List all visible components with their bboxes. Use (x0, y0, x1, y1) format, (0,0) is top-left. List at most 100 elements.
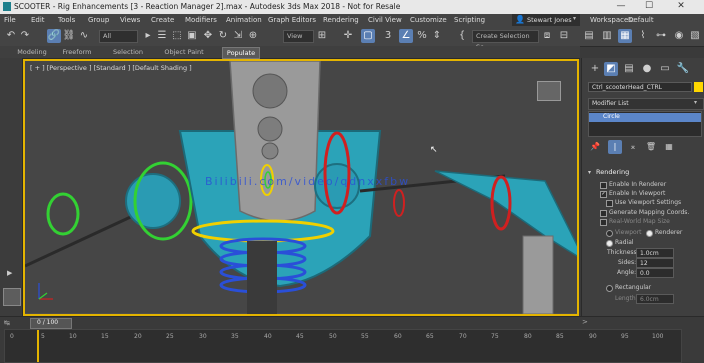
tab-modeling[interactable]: Modeling (12, 47, 52, 57)
sides-field[interactable]: 12 (636, 258, 674, 268)
perspective-viewport[interactable]: [ + ] [Perspective ] [Standard ] [Defaul… (23, 59, 579, 316)
move-icon[interactable]: ✥ (201, 29, 215, 43)
menu-graph-editors[interactable]: Graph Editors (268, 16, 316, 24)
make-unique-icon[interactable]: ⌅ (626, 140, 640, 154)
remove-modifier-icon[interactable]: 🗑 (644, 140, 658, 154)
select-by-name-icon[interactable]: ☰ (155, 29, 169, 43)
undo-icon[interactable]: ↶ (4, 29, 18, 43)
timeline-next-icon[interactable]: > (582, 318, 588, 326)
snaps-toggle-icon[interactable]: 3 (381, 29, 395, 43)
angle-snap-icon[interactable]: ∠ (399, 29, 413, 43)
angle-field[interactable]: 0.0 (636, 268, 674, 278)
viewport-radio[interactable] (606, 230, 613, 237)
rotate-icon[interactable]: ↻ (216, 29, 230, 43)
unlink-icon[interactable]: ⛓ (62, 29, 76, 43)
redo-icon[interactable]: ↷ (18, 29, 32, 43)
layer-explorer-icon[interactable]: ▥ (600, 29, 614, 43)
utilities-tab-icon[interactable]: 🔧 (676, 62, 690, 76)
real-world-map-size-checkbox[interactable] (600, 219, 607, 226)
rectangular-radio[interactable] (606, 285, 613, 292)
tick-label: 25 (166, 333, 174, 340)
menu-tools[interactable]: Tools (58, 16, 75, 24)
close-button[interactable]: ✕ (672, 1, 690, 11)
enable-in-viewport-checkbox[interactable]: ✓ (600, 191, 607, 198)
schematic-view-icon[interactable]: ⊶ (654, 29, 668, 43)
hierarchy-tab-icon[interactable]: ▤ (622, 62, 636, 76)
configure-modifier-sets-icon[interactable]: ▦ (662, 140, 676, 154)
scale-icon[interactable]: ⇲ (231, 29, 245, 43)
menu-civil-view[interactable]: Civil View (368, 16, 402, 24)
menu-customize[interactable]: Customize (410, 16, 447, 24)
percent-snap-icon[interactable]: % (415, 29, 429, 43)
timeline-expand-icon[interactable]: ↹ (4, 319, 10, 327)
scene-explorer-icon[interactable]: ▤ (582, 29, 596, 43)
time-slider[interactable]: 0 / 100 (30, 318, 72, 329)
reference-coordinate-dropdown[interactable]: View (283, 30, 314, 43)
length-field[interactable]: 6.0cm (636, 294, 674, 304)
ribbon-toggle-icon[interactable]: ▦ (618, 29, 632, 43)
tab-object-paint[interactable]: Object Paint (160, 47, 208, 57)
renderer-radio[interactable] (646, 230, 653, 237)
modify-tab-icon[interactable]: ◩ (604, 62, 618, 76)
select-object-icon[interactable]: ▸ (141, 29, 155, 43)
bind-space-warp-icon[interactable]: ∿ (77, 29, 91, 43)
viewport-layout-thumbnail[interactable] (3, 288, 21, 306)
pin-stack-icon[interactable]: 📌 (588, 140, 602, 154)
rollout-collapse-icon[interactable]: ▾ (588, 169, 591, 176)
align-icon[interactable]: ⊟ (557, 29, 571, 43)
minimize-button[interactable]: — (612, 1, 630, 11)
enable-in-renderer-checkbox[interactable] (600, 182, 607, 189)
menu-modifiers[interactable]: Modifiers (185, 16, 217, 24)
radial-radio[interactable] (606, 240, 613, 247)
rectangular-selection-icon[interactable]: ⬚ (170, 29, 184, 43)
place-icon[interactable]: ⊕ (246, 29, 260, 43)
motion-tab-icon[interactable]: ● (640, 62, 654, 76)
menu-animation[interactable]: Animation (226, 16, 262, 24)
window-crossing-icon[interactable]: ▣ (185, 29, 199, 43)
workspaces-value[interactable]: Default (628, 16, 654, 24)
expand-arrow-icon[interactable]: ▶ (7, 269, 12, 277)
display-tab-icon[interactable]: ▭ (658, 62, 672, 76)
generate-mapping-checkbox[interactable] (600, 210, 607, 217)
curve-editor-icon[interactable]: ⌇ (636, 29, 650, 43)
select-and-link-icon[interactable]: 🔗 (47, 29, 61, 43)
use-viewport-settings-checkbox[interactable] (606, 200, 613, 207)
modifier-stack-item-selected[interactable]: Circle (589, 113, 701, 122)
material-editor-icon[interactable]: ◉ (672, 29, 686, 43)
object-name-field[interactable]: Ctrl_scooterHead_CTRL (588, 82, 692, 92)
selection-filter-dropdown[interactable]: All (99, 30, 138, 43)
menu-edit[interactable]: Edit (31, 16, 45, 24)
tab-selection[interactable]: Selection (108, 47, 148, 57)
thickness-field[interactable]: 1.0cm (636, 248, 674, 258)
user-account-button[interactable]: 👤 Stewart Jones ▾ (512, 14, 580, 26)
select-and-manipulate-icon[interactable]: ✛ (341, 29, 355, 43)
menu-scripting[interactable]: Scripting (454, 16, 485, 24)
mirror-icon[interactable]: ⧈ (540, 29, 554, 43)
create-tab-icon[interactable]: + (588, 62, 602, 76)
edit-named-selection-icon[interactable]: { (455, 29, 469, 43)
main-toolbar: ↶ ↷ 🔗 ⛓ ∿ All ▸ ☰ ⬚ ▣ ✥ ↻ ⇲ ⊕ View ⊞ ✛ ▢… (0, 27, 704, 51)
show-end-result-icon[interactable]: | (608, 140, 622, 154)
command-panel: + ◩ ▤ ● ▭ 🔧 Ctrl_scooterHead_CTRL Modifi… (581, 58, 704, 316)
tick-label: 100 (652, 333, 664, 340)
keyboard-shortcut-override-icon[interactable]: ▢ (361, 29, 375, 43)
real-world-map-size-label: Real-World Map Size (609, 218, 670, 225)
menu-rendering[interactable]: Rendering (323, 16, 359, 24)
render-setup-icon[interactable]: ▧ (688, 29, 702, 43)
maximize-button[interactable]: ☐ (640, 1, 658, 11)
spinner-snap-icon[interactable]: ⇕ (430, 29, 444, 43)
pivot-center-icon[interactable]: ⊞ (315, 29, 329, 43)
menu-group[interactable]: Group (88, 16, 109, 24)
rendering-rollout-title[interactable]: Rendering (596, 168, 629, 176)
tab-populate[interactable]: Populate (222, 47, 260, 59)
menu-file[interactable]: File (4, 16, 16, 24)
menu-views[interactable]: Views (120, 16, 140, 24)
menu-create[interactable]: Create (151, 16, 174, 24)
current-frame-marker[interactable] (37, 330, 39, 362)
named-selection-sets-dropdown[interactable]: Create Selection Se (472, 30, 539, 51)
modifier-list-dropdown[interactable]: Modifier List ▾ (588, 98, 704, 110)
ribbon-tabs: Modeling Freeform Selection Object Paint… (0, 46, 580, 59)
tab-freeform[interactable]: Freeform (58, 47, 96, 57)
viewcube-icon[interactable] (537, 81, 561, 101)
object-color-swatch[interactable] (694, 82, 703, 92)
